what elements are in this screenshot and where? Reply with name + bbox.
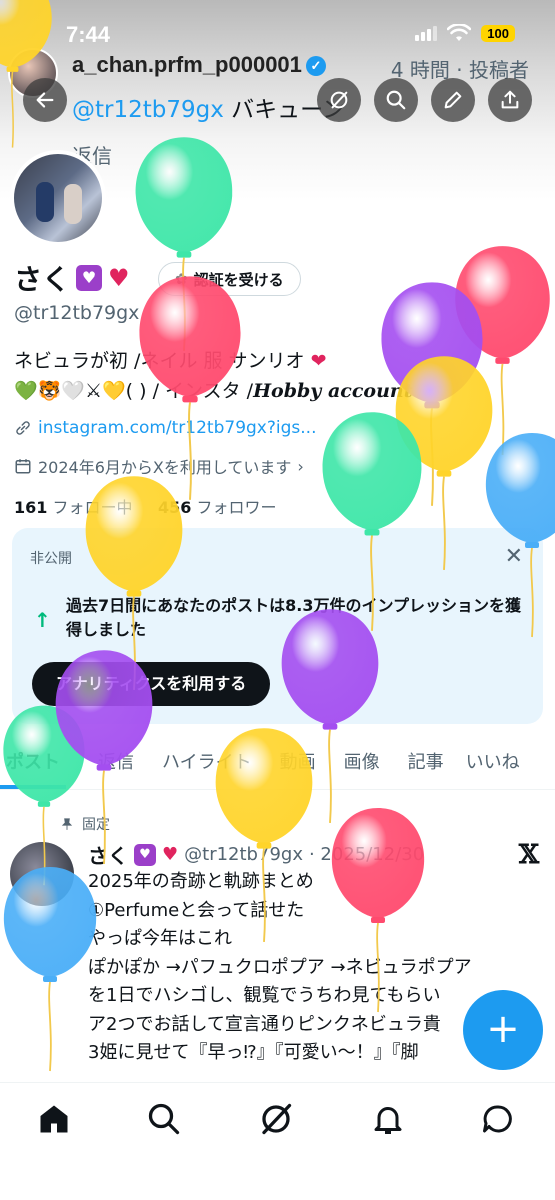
search-icon xyxy=(148,1103,180,1135)
edit-icon xyxy=(444,91,462,109)
nav-notifications[interactable] xyxy=(370,1101,410,1141)
heart-box-icon: ♥ xyxy=(134,843,156,866)
search-button[interactable] xyxy=(374,78,418,122)
profile-name: さく ♥ ♥ xyxy=(14,258,130,298)
profile-link-text: instagram.com/tr12tb79gx?igs... xyxy=(38,418,317,438)
back-button[interactable] xyxy=(23,78,67,122)
compose-button[interactable]: + xyxy=(463,990,543,1070)
close-icon[interactable]: ✕ xyxy=(505,544,523,569)
bio-emoji-row-icons: 💚🐯🤍⚔💛 xyxy=(14,380,126,402)
bio-heart-icon: ❤ xyxy=(310,350,327,372)
status-time: 7:44 xyxy=(66,22,111,47)
post-date: · 2025/12/30 xyxy=(308,844,425,865)
notification-mention[interactable]: @tr12tb79gx xyxy=(72,97,224,123)
edit-button[interactable] xyxy=(431,78,475,122)
signal-icon xyxy=(415,25,438,41)
nav-search[interactable] xyxy=(146,1101,186,1141)
post-author-name[interactable]: さく xyxy=(88,840,128,869)
search-icon xyxy=(386,90,406,110)
analytics-card-label: 非公開 xyxy=(30,551,72,567)
analytics-card-text: 過去7日間にあなたのポストは8.3万件のインプレッションを獲得しました xyxy=(66,596,521,639)
x-logo-icon: 𝕏 xyxy=(518,840,539,870)
followers-link[interactable]: 456 フォロワー xyxy=(158,498,277,517)
following-link[interactable]: 161 フォロー中 xyxy=(14,498,133,517)
get-verified-button[interactable]: ✿ 認証を受ける xyxy=(158,262,301,296)
following-count: 161 xyxy=(14,498,48,517)
bio-line-1: ネビュラが初 /ネイル 服 サンリオ xyxy=(14,350,311,372)
post-avatar[interactable] xyxy=(10,842,74,906)
grok-icon xyxy=(262,1103,292,1135)
bio-line-2: ( ) / インスタ / xyxy=(125,380,254,402)
link-icon xyxy=(16,421,30,435)
battery-indicator: 100 xyxy=(481,24,515,42)
following-label: フォロー中 xyxy=(52,498,133,517)
post-author-handle: @tr12tb79gx xyxy=(184,844,303,865)
tab-articles[interactable]: 記事 xyxy=(394,740,458,789)
pinned-text: 固定 xyxy=(82,817,110,833)
nav-messages[interactable] xyxy=(480,1101,520,1141)
analytics-card: 非公開 ✕ ↑ 過去7日間にあなたのポストは8.3万件のインプレッションを獲得し… xyxy=(12,528,543,724)
profile-bio: ネビュラが初 /ネイル 服 サンリオ ❤ 💚🐯🤍⚔💛( ) / インスタ /Ho… xyxy=(14,346,534,406)
grok-icon xyxy=(330,91,348,109)
notifications-icon xyxy=(374,1107,402,1134)
home-icon xyxy=(40,1105,68,1133)
pin-icon xyxy=(61,818,73,830)
tab-videos[interactable]: 動画 xyxy=(266,740,330,789)
wifi-icon xyxy=(447,24,472,41)
followers-label: フォロワー xyxy=(196,498,277,517)
profile-handle: @tr12tb79gx xyxy=(14,302,140,324)
tab-posts[interactable]: ポスト xyxy=(0,740,66,789)
tab-images[interactable]: 画像 xyxy=(330,740,394,789)
get-verified-label: 認証を受ける xyxy=(193,270,284,289)
back-icon xyxy=(36,92,54,108)
heart-arrow-icon: ♥ xyxy=(108,264,130,292)
share-icon xyxy=(501,90,519,109)
tab-replies[interactable]: 返信 xyxy=(66,740,148,789)
profile-name-text: さく xyxy=(14,263,71,296)
profile-link[interactable]: instagram.com/tr12tb79gx?igs... xyxy=(14,418,316,438)
notification-text: @tr12tb79gx バキューン xyxy=(72,90,345,124)
messages-icon xyxy=(483,1105,512,1133)
tab-highlights[interactable]: ハイライト xyxy=(148,740,266,789)
calendar-icon xyxy=(15,459,31,474)
post-header: さく ♥ ♥ @tr12tb79gx · 2025/12/30 xyxy=(88,840,424,869)
arrow-up-icon: ↑ xyxy=(34,608,51,632)
grok-button[interactable] xyxy=(317,78,361,122)
profile-joined-text: 2024年6月からXを利用しています xyxy=(38,458,292,477)
followers-count: 456 xyxy=(157,498,192,517)
status-icons: 100 xyxy=(415,24,515,42)
share-button[interactable] xyxy=(488,78,532,122)
nav-grok[interactable] xyxy=(258,1101,298,1141)
heart-arrow-icon: ♥ xyxy=(162,844,179,865)
status-bar: 7:44 100 xyxy=(0,0,555,60)
tab-likes[interactable]: いいね xyxy=(458,740,528,789)
follow-stats: 161 フォロー中 456 フォロワー xyxy=(14,494,276,518)
verified-seal-icon: ✿ xyxy=(175,270,188,288)
profile-avatar[interactable] xyxy=(10,150,106,246)
pinned-label: 固定 xyxy=(60,814,110,834)
heart-box-icon: ♥ xyxy=(76,265,103,291)
profile-tabs: ポスト 返信 ハイライト 動画 画像 記事 いいね xyxy=(0,740,555,790)
profile-joined: 2024年6月からXを利用しています › xyxy=(14,454,304,478)
nav-home[interactable] xyxy=(36,1101,76,1141)
bio-italic-text: Hobby account xyxy=(253,380,413,402)
bottom-nav xyxy=(0,1082,555,1200)
use-analytics-button[interactable]: アナリティクスを利用する xyxy=(32,662,271,706)
chevron-right-icon: › xyxy=(297,456,304,476)
